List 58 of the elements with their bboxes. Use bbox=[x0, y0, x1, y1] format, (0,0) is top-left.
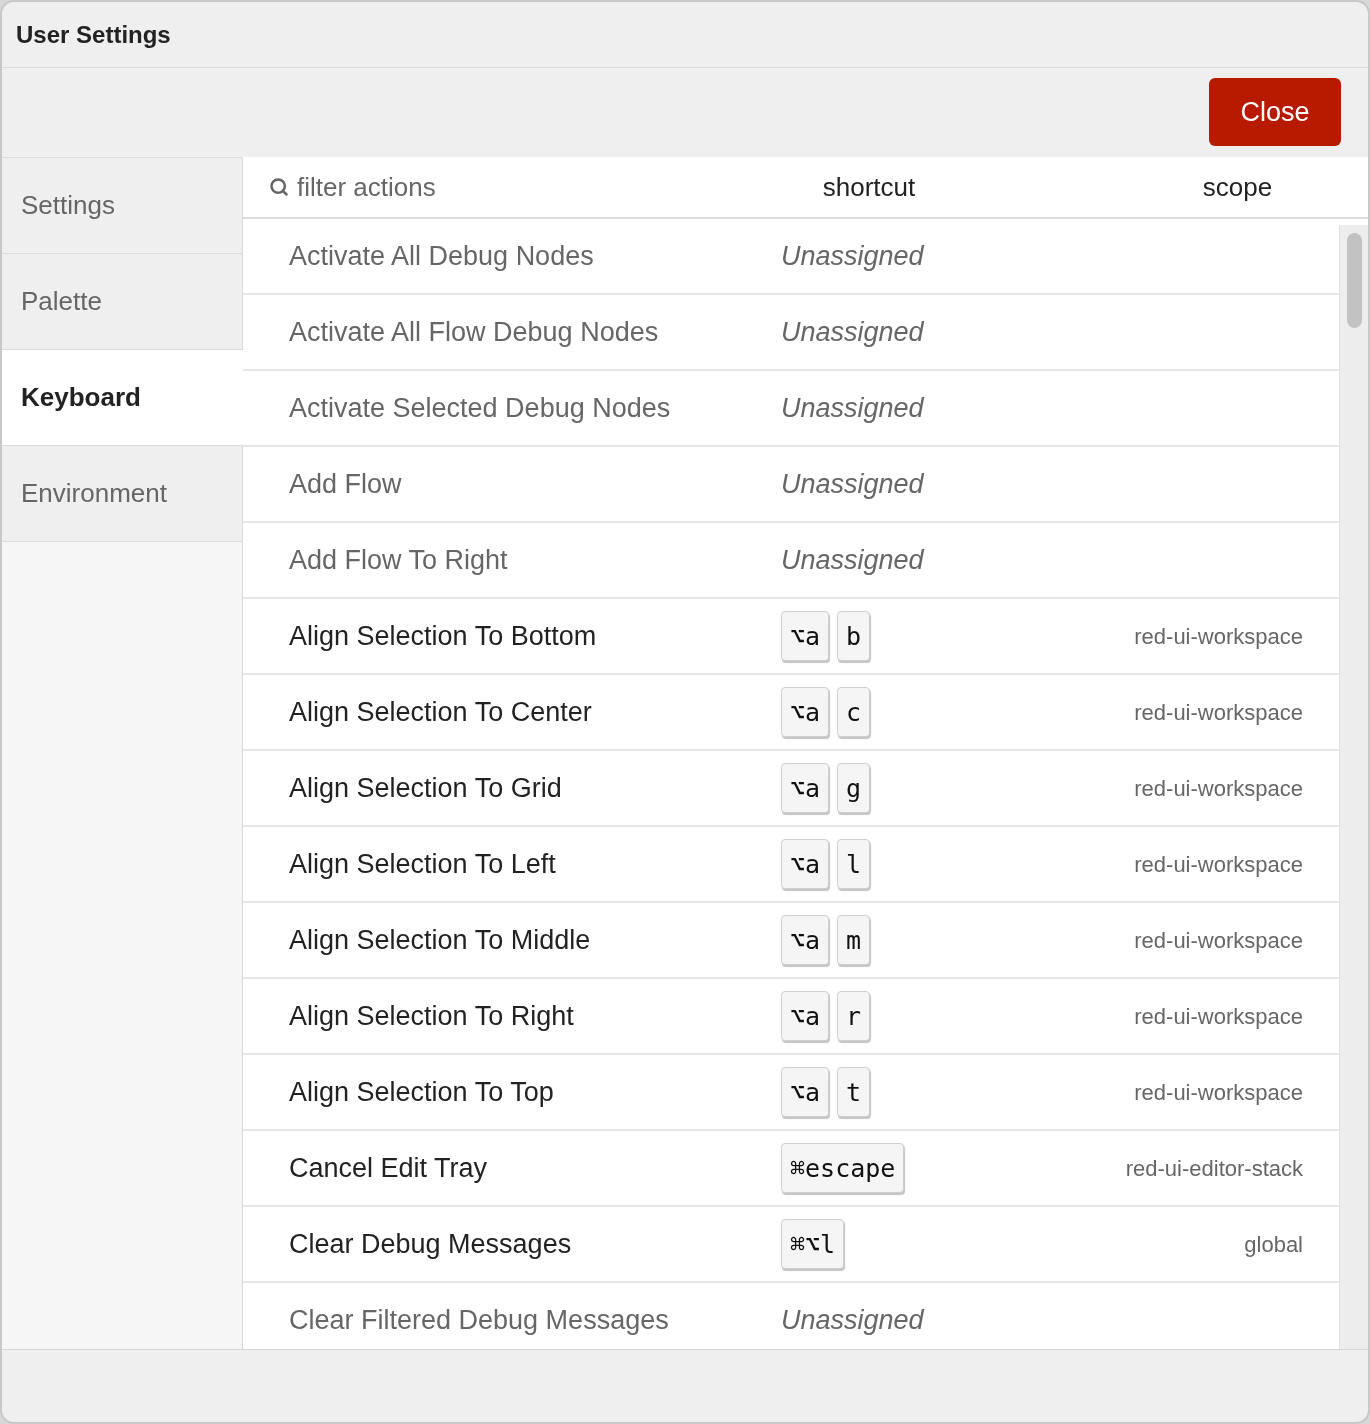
action-name: Clear Debug Messages bbox=[289, 1228, 572, 1259]
sidebar-tab[interactable]: Environment bbox=[2, 446, 242, 542]
close-button[interactable]: Close bbox=[1209, 78, 1341, 146]
unassigned-label: Unassigned bbox=[781, 1303, 924, 1337]
scope-label: red-ui-editor-stack bbox=[1125, 1154, 1303, 1183]
scope-label: red-ui-workspace bbox=[1134, 1078, 1303, 1107]
scope-label: red-ui-workspace bbox=[1134, 1002, 1303, 1031]
action-name: Align Selection To Grid bbox=[289, 772, 562, 803]
action-name: Align Selection To Left bbox=[289, 848, 556, 879]
sidebar-tab[interactable]: Keyboard bbox=[2, 350, 243, 446]
scope-label: red-ui-workspace bbox=[1134, 850, 1303, 879]
action-name: Cancel Edit Tray bbox=[289, 1152, 488, 1183]
sidebar-tab[interactable]: Palette bbox=[2, 254, 242, 350]
action-name: Align Selection To Center bbox=[289, 696, 592, 727]
scrollbar-track[interactable] bbox=[1339, 225, 1368, 1349]
action-name: Add Flow To Right bbox=[289, 544, 508, 575]
sidebar-tab[interactable]: Settings bbox=[2, 158, 242, 254]
key-cap: ⌥a bbox=[781, 915, 830, 965]
action-name: Activate All Debug Nodes bbox=[289, 240, 594, 271]
unassigned-label: Unassigned bbox=[781, 315, 924, 349]
action-name: Align Selection To Middle bbox=[289, 924, 591, 955]
column-header: scope bbox=[1202, 170, 1273, 204]
scope-label: red-ui-workspace bbox=[1134, 774, 1303, 803]
key-cap: ⌥a bbox=[781, 991, 830, 1041]
unassigned-label: Unassigned bbox=[781, 467, 924, 501]
window-title: User Settings bbox=[16, 19, 171, 50]
unassigned-label: Unassigned bbox=[781, 239, 924, 273]
key-cap: b bbox=[837, 611, 871, 661]
action-name: Activate Selected Debug Nodes bbox=[289, 392, 671, 423]
key-cap: m bbox=[837, 915, 871, 965]
key-cap: g bbox=[837, 763, 871, 813]
key-cap: r bbox=[837, 991, 871, 1041]
key-cap: ⌘escape bbox=[781, 1143, 905, 1193]
key-cap: ⌥a bbox=[781, 611, 830, 661]
filter-field[interactable]: filter actions bbox=[297, 167, 735, 207]
action-name: Align Selection To Right bbox=[289, 1000, 574, 1031]
key-cap: t bbox=[837, 1067, 871, 1117]
key-cap: ⌥a bbox=[781, 687, 830, 737]
action-name: Activate All Flow Debug Nodes bbox=[289, 316, 659, 347]
key-cap: ⌥a bbox=[781, 1067, 830, 1117]
scope-label: global bbox=[1244, 1230, 1303, 1259]
scope-label: red-ui-workspace bbox=[1134, 622, 1303, 651]
scrollbar-thumb[interactable] bbox=[1346, 233, 1362, 328]
action-name: Align Selection To Bottom bbox=[289, 620, 597, 651]
key-cap: ⌥a bbox=[781, 763, 830, 813]
unassigned-label: Unassigned bbox=[781, 543, 924, 577]
action-name: Add Flow bbox=[289, 468, 402, 499]
scope-label: red-ui-workspace bbox=[1134, 926, 1303, 955]
key-cap: ⌥a bbox=[781, 839, 830, 889]
action-name: Align Selection To Top bbox=[289, 1076, 554, 1107]
key-cap: l bbox=[837, 839, 871, 889]
search-icon bbox=[269, 177, 289, 197]
key-cap: c bbox=[837, 687, 871, 737]
key-cap: ⌘⌥l bbox=[781, 1219, 845, 1269]
action-name: Clear Filtered Debug Messages bbox=[289, 1304, 669, 1335]
scope-label: red-ui-workspace bbox=[1134, 698, 1303, 727]
unassigned-label: Unassigned bbox=[781, 391, 924, 425]
column-header: shortcut bbox=[822, 170, 916, 204]
